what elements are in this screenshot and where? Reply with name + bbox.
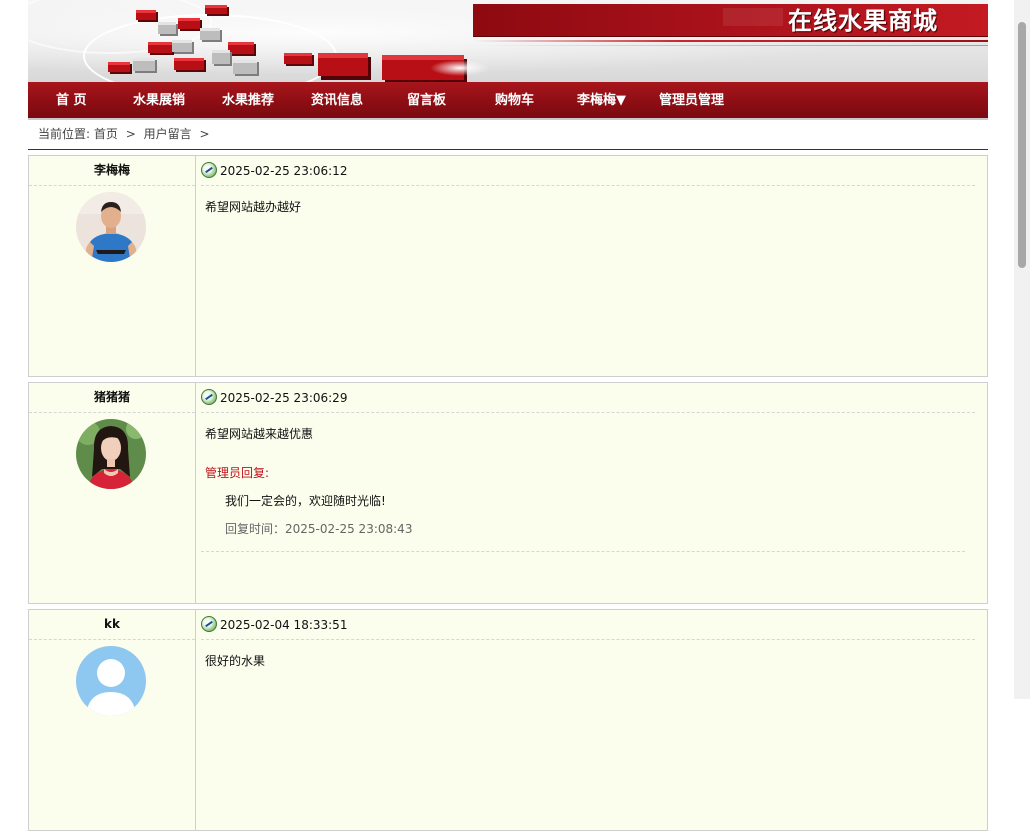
banner-cube — [212, 50, 230, 64]
nav-item-fruit-sales[interactable]: 水果展销 — [133, 82, 185, 118]
site-title: 在线水果商城 — [788, 7, 938, 35]
message-time: 2025-02-04 18:33:51 — [220, 618, 348, 632]
message-content: 很好的水果 — [205, 654, 266, 668]
user-avatar — [76, 646, 146, 716]
message-user-column: kk — [29, 610, 196, 830]
banner-cube — [172, 40, 192, 52]
nav-item-message-board[interactable]: 留言板 — [407, 82, 446, 118]
avatar-man-blue-shirt-icon — [76, 192, 146, 262]
breadcrumb-separator: > — [125, 127, 136, 141]
clock-icon — [201, 616, 217, 632]
message-content: 希望网站越来越优惠 — [205, 427, 314, 441]
title-underline — [473, 40, 988, 42]
banner-cube — [233, 60, 257, 74]
banner-cube — [178, 18, 200, 29]
banner-cube — [174, 58, 204, 70]
avatar-woman-red-top-icon — [76, 419, 146, 489]
banner-cube — [228, 42, 254, 54]
message-card: 猪猪猪 2025-02-25 23:06:29 希望网站越来越优惠 管理员回复:… — [28, 382, 988, 604]
message-content-column: 2025-02-04 18:33:51 很好的水果 — [196, 610, 987, 830]
nav-item-user-menu[interactable]: 李梅梅▼ — [577, 82, 626, 118]
breadcrumb-link-messages[interactable]: 用户留言 — [144, 127, 192, 141]
page: 在线水果商城 首 页 水果展销 水果推荐 资讯信息 留言板 购物车 李梅梅▼ 管… — [28, 0, 988, 831]
site-banner: 在线水果商城 — [28, 0, 988, 82]
message-username: kk — [29, 610, 195, 640]
message-time-row: 2025-02-25 23:06:12 — [201, 156, 975, 186]
banner-cube — [158, 22, 176, 34]
banner-cube — [284, 53, 312, 64]
message-user-column: 猪猪猪 — [29, 383, 196, 603]
admin-reply-text: 我们一定会的，欢迎随时光临! — [225, 494, 386, 508]
banner-light-flare — [430, 60, 490, 76]
clock-icon — [201, 162, 217, 178]
breadcrumb-separator: > — [199, 127, 210, 141]
banner-cube — [318, 53, 368, 76]
banner-cube — [200, 28, 220, 40]
message-time-row: 2025-02-25 23:06:29 — [201, 383, 975, 413]
breadcrumb: 当前位置: 首页 > 用户留言 > — [28, 121, 988, 150]
avatar-default-placeholder-icon — [76, 646, 146, 716]
admin-reply-label: 管理员回复: — [205, 466, 270, 480]
page-scrollbar[interactable] — [1014, 0, 1030, 699]
message-username: 猪猪猪 — [29, 383, 195, 413]
message-user-column: 李梅梅 — [29, 156, 196, 376]
user-avatar — [76, 419, 146, 489]
banner-cube — [133, 58, 155, 71]
site-title-bar: 在线水果商城 — [473, 4, 988, 37]
banner-cube — [136, 10, 156, 20]
admin-reply-time: 回复时间：2025-02-25 23:08:43 — [225, 522, 413, 536]
banner-cube — [205, 5, 227, 14]
nav-item-admin[interactable]: 管理员管理 — [659, 82, 724, 118]
nav-item-news[interactable]: 资讯信息 — [311, 82, 363, 118]
clock-icon — [201, 389, 217, 405]
nav-item-fruit-recommend[interactable]: 水果推荐 — [222, 82, 274, 118]
title-bar-streak — [723, 8, 783, 26]
message-content-column: 2025-02-25 23:06:29 希望网站越来越优惠 管理员回复: 我们一… — [196, 383, 987, 603]
message-card: kk 2025-02-04 18:33:51 很好的水果 — [28, 609, 988, 831]
scrollbar-thumb[interactable] — [1018, 22, 1026, 268]
message-time: 2025-02-25 23:06:12 — [220, 164, 348, 178]
user-avatar — [76, 192, 146, 262]
reply-divider — [201, 551, 965, 552]
banner-cube — [148, 42, 172, 53]
message-username: 李梅梅 — [29, 156, 195, 186]
message-time: 2025-02-25 23:06:29 — [220, 391, 348, 405]
breadcrumb-prefix: 当前位置: — [38, 127, 91, 141]
main-nav: 首 页 水果展销 水果推荐 资讯信息 留言板 购物车 李梅梅▼ 管理员管理 — [28, 82, 988, 120]
title-underline-secondary — [473, 45, 988, 46]
nav-item-cart[interactable]: 购物车 — [495, 82, 534, 118]
banner-cube — [108, 62, 130, 72]
message-time-row: 2025-02-04 18:33:51 — [201, 610, 975, 640]
message-card: 李梅梅 2025-02-25 23:06:12 希望网站越办越好 — [28, 155, 988, 377]
nav-item-home[interactable]: 首 页 — [56, 82, 87, 118]
message-content-column: 2025-02-25 23:06:12 希望网站越办越好 — [196, 156, 987, 376]
message-content: 希望网站越办越好 — [205, 200, 302, 214]
breadcrumb-link-home[interactable]: 首页 — [94, 127, 118, 141]
